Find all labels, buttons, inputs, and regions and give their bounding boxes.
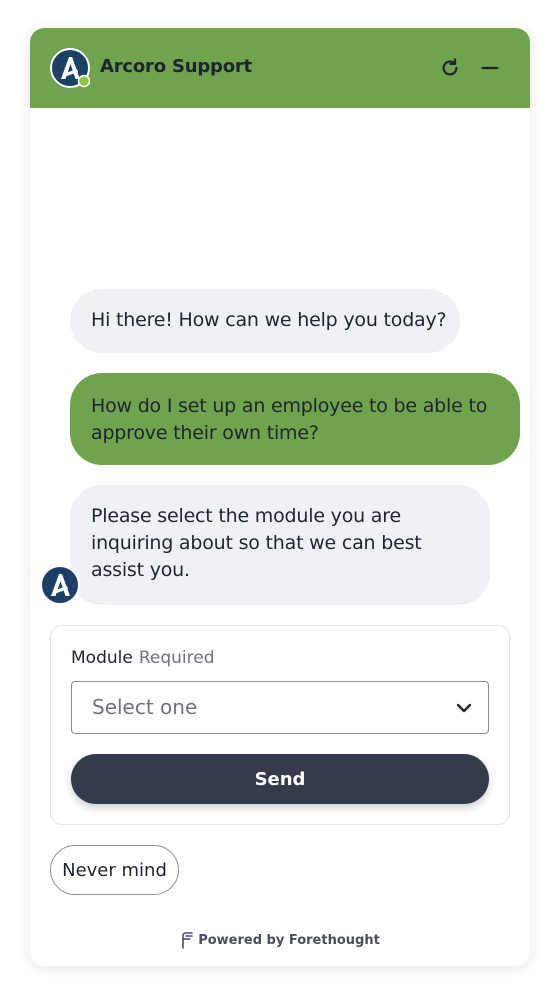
required-indicator: Required [138, 648, 215, 668]
minimize-icon [481, 66, 499, 70]
arcoro-logo-icon [50, 48, 90, 88]
module-form: Module Required Select one Send [50, 625, 510, 825]
user-message: How do I set up an employee to be able t… [70, 373, 520, 465]
bot-message: Please select the module you are inquiri… [70, 485, 490, 605]
forethought-logo-icon [182, 932, 194, 949]
select-placeholder: Select one [92, 695, 198, 719]
powered-by-text: Powered by Forethought [198, 932, 380, 948]
refresh-button[interactable] [438, 56, 462, 80]
field-label: Module Required [71, 648, 215, 668]
chat-header: Arcoro Support [30, 28, 530, 108]
never-mind-button[interactable]: Never mind [50, 845, 179, 895]
chat-widget: Arcoro Support Hi there! How can we help… [30, 28, 530, 966]
module-select[interactable]: Select one [71, 681, 489, 734]
send-button[interactable]: Send [71, 754, 489, 804]
powered-by-footer[interactable]: Powered by Forethought [30, 931, 530, 949]
module-label: Module [71, 648, 133, 668]
bot-message: Hi there! How can we help you today? [70, 289, 460, 353]
chevron-down-icon [456, 703, 472, 713]
header-title: Arcoro Support [100, 56, 252, 77]
minimize-button[interactable] [478, 56, 502, 80]
bot-avatar-icon [40, 565, 80, 605]
refresh-icon [442, 58, 458, 76]
